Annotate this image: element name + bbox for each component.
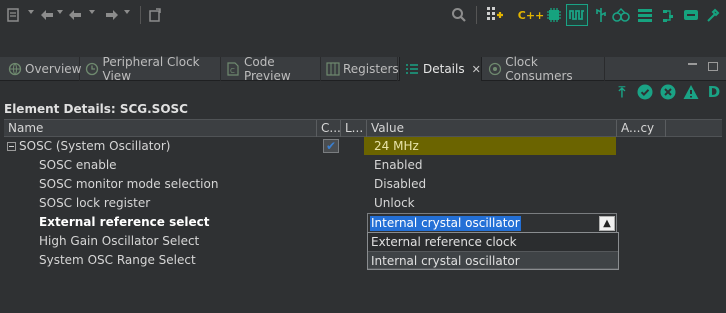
row-name: SOSC monitor mode selection: [39, 177, 219, 191]
usb-icon[interactable]: [592, 6, 610, 24]
tools-icon[interactable]: [704, 6, 722, 24]
tab-label: Peripheral Clock View: [102, 55, 200, 83]
globe-icon: [8, 61, 22, 77]
deploy-icon[interactable]: [682, 6, 700, 24]
check-circle-icon[interactable]: [636, 83, 654, 101]
export-icon[interactable]: [146, 6, 164, 24]
code-file-icon: C: [226, 61, 241, 77]
tab-overview[interactable]: Overview: [4, 57, 82, 81]
chevron-up-icon[interactable]: ▲: [599, 216, 615, 231]
d-icon[interactable]: D: [705, 83, 723, 101]
chevron-down-icon[interactable]: [57, 10, 63, 14]
c-plus-plus-icon[interactable]: C++: [518, 6, 545, 24]
tab-peripheral-clock-view[interactable]: Peripheral Clock View: [81, 55, 221, 83]
chevron-down-icon[interactable]: [89, 10, 95, 14]
script-icon[interactable]: [5, 6, 23, 24]
chevron-down-icon[interactable]: [124, 10, 130, 14]
forward-arrow-icon[interactable]: [103, 6, 121, 24]
dropdown-option[interactable]: External reference clock: [368, 233, 618, 251]
pins-icon[interactable]: [566, 4, 588, 26]
consumers-icon: [487, 61, 502, 77]
row-value[interactable]: Disabled: [371, 175, 426, 194]
collapse-icon[interactable]: [7, 142, 16, 151]
export-top-icon[interactable]: ⤒: [613, 83, 631, 101]
tab-clock-consumers[interactable]: Clock Consumers: [483, 55, 605, 83]
error-icon[interactable]: [659, 83, 677, 101]
toolbar-divider: [140, 6, 141, 24]
svg-text:C: C: [230, 67, 235, 75]
row-value[interactable]: Unlock: [371, 194, 415, 213]
column-header-l[interactable]: L...: [341, 120, 367, 137]
table-row[interactable]: SOSC enable Enabled: [4, 156, 722, 175]
element-details-title: Element Details: SCG.SOSC: [4, 102, 188, 116]
column-header-value[interactable]: Value: [367, 120, 617, 137]
column-header-accuracy[interactable]: A...cy: [617, 120, 666, 137]
dropdown-option-selected[interactable]: Internal crystal oscillator: [368, 251, 618, 269]
toolbar-divider: [476, 6, 477, 24]
chip-icon[interactable]: [545, 6, 563, 24]
column-header-c[interactable]: C...: [317, 120, 341, 137]
clock-icon: [85, 61, 100, 77]
table-row[interactable]: SOSC (System Oscillator) 24 MHz: [4, 137, 722, 156]
row-name: System OSC Range Select: [39, 253, 196, 267]
tab-code-preview[interactable]: C Code Preview: [222, 55, 321, 83]
combo-dropdown-list: External reference clock Internal crysta…: [367, 232, 619, 270]
tab-label: Details: [423, 62, 465, 76]
close-icon[interactable]: ✕: [472, 63, 481, 76]
row-name: External reference select: [39, 215, 210, 229]
external-reference-select-combo[interactable]: Internal crystal oscillator ▲: [367, 213, 617, 233]
table-row[interactable]: SOSC lock register Unlock: [4, 194, 722, 213]
stack-icon[interactable]: [636, 6, 654, 24]
table-row[interactable]: SOSC monitor mode selection Disabled: [4, 175, 722, 194]
combo-value[interactable]: Internal crystal oscillator: [370, 216, 521, 231]
tab-label: Code Preview: [243, 55, 291, 83]
registers-icon: [326, 61, 340, 77]
tab-details[interactable]: Details ✕: [399, 57, 482, 81]
peripherals-icon[interactable]: [612, 6, 630, 24]
list-icon: [404, 61, 420, 77]
tab-registers[interactable]: Registers: [322, 57, 399, 81]
minimize-icon[interactable]: [688, 63, 697, 65]
maximize-icon[interactable]: [708, 62, 718, 71]
search-icon[interactable]: [450, 6, 468, 24]
column-header-name[interactable]: Name: [4, 120, 317, 137]
tab-label: Registers: [343, 62, 399, 76]
main-toolbar: C++: [0, 0, 726, 32]
grid-add-icon[interactable]: [486, 6, 504, 24]
back-arrow-icon[interactable]: [66, 6, 84, 24]
table-header: Name C... L... Value A...cy: [4, 119, 722, 137]
row-name: High Gain Oscillator Select: [39, 234, 200, 248]
warning-icon[interactable]: [682, 83, 700, 101]
row-name: SOSC enable: [39, 158, 117, 172]
chevron-down-icon[interactable]: [28, 10, 34, 14]
row-value[interactable]: Enabled: [371, 156, 423, 175]
tab-label: Overview: [25, 62, 82, 76]
editor-tab-bar: Overview Peripheral Clock View C Code Pr…: [0, 55, 726, 83]
row-name: SOSC lock register: [39, 196, 151, 210]
row-value[interactable]: 24 MHz: [371, 137, 419, 156]
back-arrow-icon[interactable]: [38, 6, 56, 24]
power-icon[interactable]: [659, 6, 677, 24]
tab-label: Clock Consumers: [505, 55, 573, 83]
row-name: SOSC (System Oscillator): [19, 139, 171, 153]
